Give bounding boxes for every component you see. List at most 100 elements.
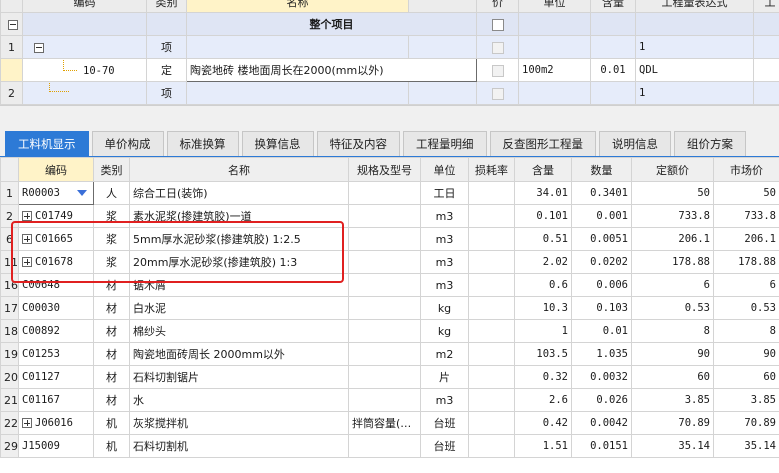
cell-quantity[interactable]: 0.0202 bbox=[571, 250, 632, 274]
cell-content[interactable]: 10.3 bbox=[514, 296, 572, 320]
cell-unit[interactable] bbox=[518, 35, 591, 59]
expand-icon[interactable] bbox=[22, 257, 32, 267]
panel-splitter[interactable] bbox=[0, 105, 779, 131]
cell-loss[interactable] bbox=[468, 434, 515, 458]
cell-unit[interactable]: 台班 bbox=[420, 411, 469, 435]
cell-code[interactable]: J15009 bbox=[18, 434, 94, 458]
cell-quota-price[interactable]: 70.89 bbox=[631, 411, 714, 435]
expand-icon[interactable] bbox=[22, 211, 32, 221]
table-row[interactable]: 22 J06016 机灰浆搅拌机 拌筒容量(… 台班 0.42 0.0042 70.89 70.… bbox=[0, 411, 779, 435]
cell-quota-price[interactable]: 178.88 bbox=[631, 250, 714, 274]
cell-loss[interactable] bbox=[468, 204, 515, 228]
collapse-icon[interactable] bbox=[34, 42, 44, 53]
cell-name[interactable]: 陶瓷地面砖周长 2000mm以外 bbox=[129, 342, 349, 366]
cell-price-check[interactable] bbox=[476, 35, 519, 59]
cell-type[interactable]: 材 bbox=[93, 342, 130, 366]
cell-quantity[interactable]: 0.006 bbox=[571, 273, 632, 297]
cell-market-price[interactable]: 206.1 bbox=[713, 227, 779, 251]
cell-quota-price[interactable]: 50 bbox=[631, 181, 714, 205]
expand-icon[interactable] bbox=[22, 418, 32, 428]
tab-pricing-scheme[interactable]: 组价方案 bbox=[674, 131, 746, 156]
header-quantity[interactable]: 数量 bbox=[571, 157, 632, 182]
checkbox-icon[interactable] bbox=[491, 41, 504, 54]
cell-content[interactable]: 34.01 bbox=[514, 181, 572, 205]
cell-code[interactable]: C01665 bbox=[18, 227, 94, 251]
checkbox-icon[interactable] bbox=[491, 87, 504, 100]
dropdown-arrow-icon[interactable] bbox=[77, 190, 87, 196]
cell-price-check[interactable] bbox=[476, 58, 519, 82]
cell-quantity[interactable]: 0.026 bbox=[571, 388, 632, 412]
cell-unit[interactable]: m3 bbox=[420, 204, 469, 228]
cell-unit[interactable]: kg bbox=[420, 319, 469, 343]
cell-expr[interactable]: QDL bbox=[635, 58, 754, 82]
header-loss[interactable]: 损耗率 bbox=[468, 157, 515, 182]
header-market-price[interactable]: 市场价 bbox=[713, 157, 779, 182]
table-row[interactable]: 29 J15009 机石料切割机 台班 1.51 0.0151 35.14 35.14 bbox=[0, 434, 779, 458]
name-edit-field[interactable]: 陶瓷地砖 楼地面周长在2000(mm以外) bbox=[186, 58, 477, 82]
cell-code[interactable]: C00030 bbox=[18, 296, 94, 320]
cell-name[interactable]: 20mm厚水泥砂浆(掺建筑胶) 1:3 bbox=[129, 250, 349, 274]
cell-name[interactable]: 素水泥浆(掺建筑胶)一道 bbox=[129, 204, 349, 228]
cell-loss[interactable] bbox=[468, 273, 515, 297]
cell-unit[interactable]: 台班 bbox=[420, 434, 469, 458]
cell-quantity[interactable]: 0.0151 bbox=[571, 434, 632, 458]
cell-unit[interactable]: m3 bbox=[420, 227, 469, 251]
cell-unit[interactable]: m3 bbox=[420, 273, 469, 297]
cell-extra[interactable] bbox=[753, 12, 779, 36]
cell-spec[interactable] bbox=[348, 181, 421, 205]
cell-type[interactable]: 材 bbox=[93, 388, 130, 412]
header-qty[interactable]: 含量 bbox=[590, 0, 636, 13]
cell-unit[interactable]: 工日 bbox=[420, 181, 469, 205]
cell-spec[interactable] bbox=[348, 273, 421, 297]
cell-content[interactable]: 0.6 bbox=[514, 273, 572, 297]
cell-loss[interactable] bbox=[468, 411, 515, 435]
cell-market-price[interactable]: 50 bbox=[713, 181, 779, 205]
cell-market-price[interactable]: 60 bbox=[713, 365, 779, 389]
cell-spec[interactable] bbox=[348, 296, 421, 320]
cell-unit[interactable] bbox=[518, 12, 591, 36]
code-dropdown[interactable]: R00003 bbox=[18, 181, 94, 205]
table-row[interactable]: 19 C01253 材陶瓷地面砖周长 2000mm以外 m2 103.5 1.035 90 9… bbox=[0, 342, 779, 366]
cell-name[interactable] bbox=[186, 35, 409, 59]
cell-price-check[interactable] bbox=[476, 81, 519, 105]
cell-spec[interactable] bbox=[348, 434, 421, 458]
cell-code[interactable] bbox=[22, 12, 147, 36]
cell-type[interactable]: 浆 bbox=[93, 204, 130, 228]
cell-type[interactable]: 材 bbox=[93, 365, 130, 389]
cell-code[interactable]: C01253 bbox=[18, 342, 94, 366]
cell-market-price[interactable]: 8 bbox=[713, 319, 779, 343]
header-extra[interactable]: 工 bbox=[753, 0, 779, 13]
cell-quantity[interactable]: 0.103 bbox=[571, 296, 632, 320]
cell-type[interactable]: 材 bbox=[93, 319, 130, 343]
header-code[interactable]: 编码 bbox=[18, 157, 94, 182]
cell-market-price[interactable]: 0.53 bbox=[713, 296, 779, 320]
cell-type[interactable]: 浆 bbox=[93, 227, 130, 251]
cell-market-price[interactable]: 6 bbox=[713, 273, 779, 297]
cell-quota-price[interactable]: 0.53 bbox=[631, 296, 714, 320]
header-unit[interactable]: 单位 bbox=[420, 157, 469, 182]
cell-quantity[interactable]: 0.3401 bbox=[571, 181, 632, 205]
cell-code[interactable] bbox=[22, 81, 147, 105]
cell-unit[interactable]: 100m2 bbox=[518, 58, 591, 82]
cell-quota-price[interactable]: 733.8 bbox=[631, 204, 714, 228]
cell-quota-price[interactable]: 90 bbox=[631, 342, 714, 366]
cell-loss[interactable] bbox=[468, 365, 515, 389]
cell-code[interactable]: C00892 bbox=[18, 319, 94, 343]
cell-quantity[interactable]: 0.01 bbox=[571, 319, 632, 343]
cell-type[interactable] bbox=[146, 12, 187, 36]
cell-name[interactable]: 5mm厚水泥砂浆(掺建筑胶) 1:2.5 bbox=[129, 227, 349, 251]
cell-name[interactable]: 灰浆搅拌机 bbox=[129, 411, 349, 435]
cell-qty[interactable] bbox=[590, 12, 636, 36]
cell-extra[interactable] bbox=[753, 81, 779, 105]
cell-qty[interactable]: 0.01 bbox=[590, 58, 636, 82]
cell-content[interactable]: 1 bbox=[514, 319, 572, 343]
tab-reverse-lookup[interactable]: 反查图形工程量 bbox=[489, 131, 596, 156]
cell-type[interactable]: 项 bbox=[146, 35, 187, 59]
collapse-icon[interactable] bbox=[7, 19, 18, 30]
cell-name[interactable]: 锯木屑 bbox=[129, 273, 349, 297]
cell-expr[interactable]: 1 bbox=[635, 81, 754, 105]
cell-quota-price[interactable]: 60 bbox=[631, 365, 714, 389]
table-row[interactable]: 17 C00030 材白水泥 kg 10.3 0.103 0.53 0.53 bbox=[0, 296, 779, 320]
cell-type[interactable]: 定 bbox=[146, 58, 187, 82]
header-spec[interactable]: 规格及型号 bbox=[348, 157, 421, 182]
